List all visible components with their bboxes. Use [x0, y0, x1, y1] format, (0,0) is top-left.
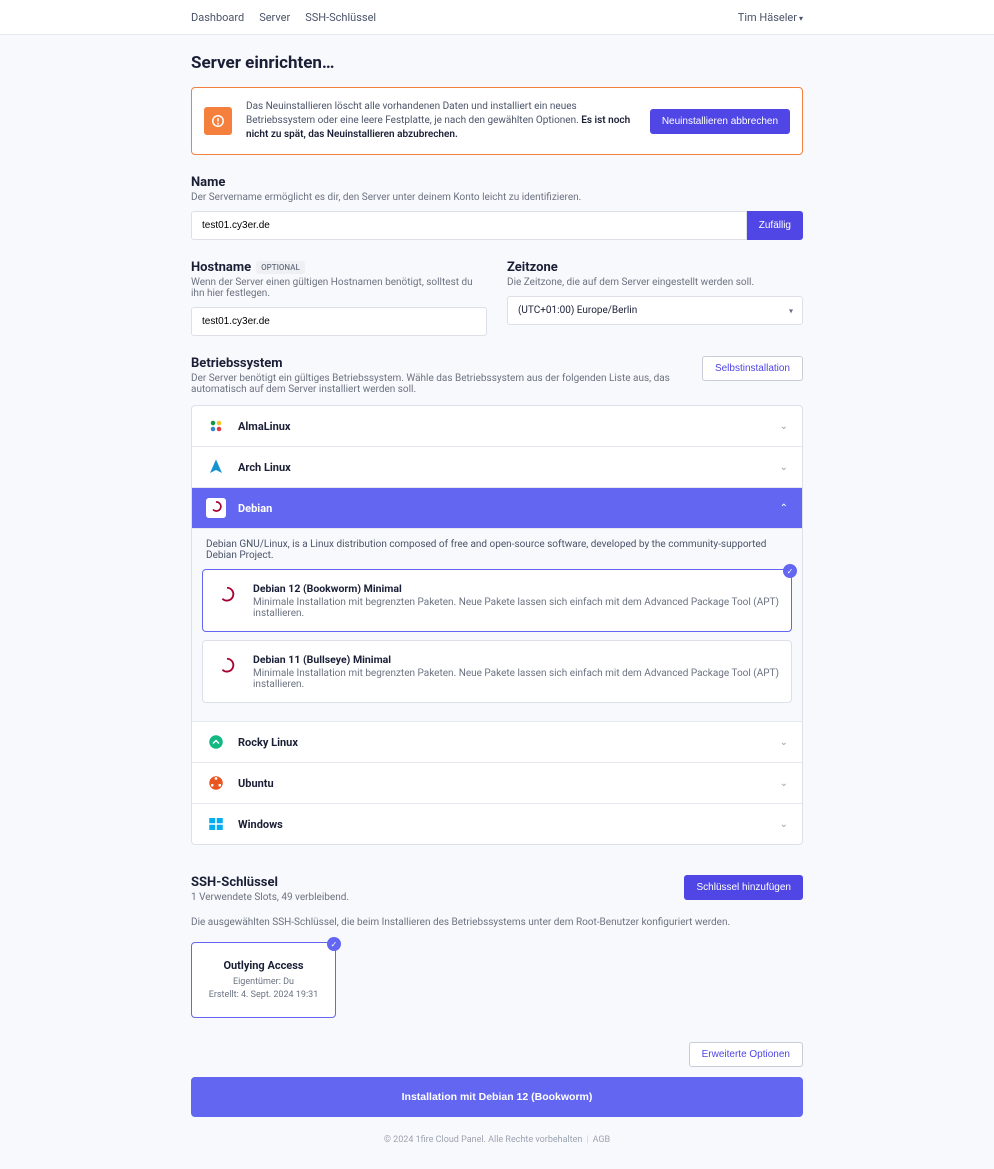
footer: © 2024 1fire Cloud Panel. Alle Rechte vo… — [191, 1135, 803, 1145]
chevron-down-icon: ⌄ — [780, 737, 788, 748]
os-item-rocky[interactable]: Rocky Linux ⌄ — [192, 722, 802, 763]
ssh-desc: Die ausgewählten SSH-Schlüssel, die beim… — [191, 917, 803, 928]
rocky-icon — [206, 732, 226, 752]
check-icon: ✓ — [327, 937, 341, 951]
footer-agb-link[interactable]: AGB — [593, 1135, 611, 1145]
os-option-title: Debian 11 (Bullseye) Minimal — [253, 653, 779, 666]
hostname-desc: Wenn der Server einen gültigen Hostnamen… — [191, 277, 487, 299]
nav-ssh[interactable]: SSH-Schlüssel — [305, 11, 376, 24]
page-title: Server einrichten… — [191, 53, 803, 73]
os-name: Arch Linux — [238, 461, 780, 474]
os-label: Betriebssystem — [191, 356, 692, 371]
os-option-desc: Minimale Installation mit begrenzten Pak… — [253, 668, 779, 690]
debian-detail-panel: Debian GNU/Linux, is a Linux distributio… — [192, 529, 802, 722]
os-name: AlmaLinux — [238, 420, 780, 433]
random-name-button[interactable]: Zufällig — [747, 211, 803, 240]
alert-text-a: Das Neuinstallieren löscht alle vorhande… — [246, 101, 581, 126]
os-desc: Der Server benötigt ein gültiges Betrieb… — [191, 373, 692, 395]
timezone-select[interactable]: (UTC+01:00) Europe/Berlin — [507, 296, 803, 325]
ssh-slots: 1 Verwendete Slots, 49 verbleibend. — [191, 892, 349, 903]
add-ssh-key-button[interactable]: Schlüssel hinzufügen — [684, 875, 803, 900]
chevron-up-icon: ⌃ — [780, 503, 788, 514]
debian-description: Debian GNU/Linux, is a Linux distributio… — [202, 539, 792, 561]
name-desc: Der Servername ermöglicht es dir, den Se… — [191, 192, 803, 203]
chevron-down-icon: ⌄ — [780, 819, 788, 830]
os-name: Windows — [238, 818, 780, 831]
ssh-key-name: Outlying Access — [204, 959, 323, 972]
debian-icon — [206, 498, 226, 518]
archlinux-icon — [206, 457, 226, 477]
hostname-label: HostnameOPTIONAL — [191, 260, 487, 275]
os-item-almalinux[interactable]: AlmaLinux ⌄ — [192, 406, 802, 447]
ssh-key-created: Erstellt: 4. Sept. 2024 19:31 — [204, 989, 323, 1002]
os-name: Debian — [238, 502, 780, 515]
nav-dashboard[interactable]: Dashboard — [191, 11, 244, 24]
chevron-down-icon: ⌄ — [780, 421, 788, 432]
warning-icon — [204, 107, 232, 135]
os-item-ubuntu[interactable]: Ubuntu ⌄ — [192, 763, 802, 804]
os-option-title: Debian 12 (Bookworm) Minimal — [253, 582, 779, 595]
os-item-archlinux[interactable]: Arch Linux ⌄ — [192, 447, 802, 488]
optional-badge: OPTIONAL — [256, 261, 305, 274]
ubuntu-icon — [206, 773, 226, 793]
footer-copyright: © 2024 1fire Cloud Panel. Alle Rechte vo… — [384, 1135, 583, 1145]
advanced-options-button[interactable]: Erweiterte Optionen — [689, 1042, 803, 1067]
hostname-input[interactable] — [191, 307, 487, 336]
user-menu[interactable]: Tim Häseler — [738, 11, 803, 24]
ssh-key-card[interactable]: ✓ Outlying Access Eigentümer: Du Erstell… — [191, 942, 336, 1018]
timezone-desc: Die Zeitzone, die auf dem Server eingest… — [507, 277, 803, 288]
server-name-input[interactable] — [191, 211, 747, 240]
ssh-label: SSH-Schlüssel — [191, 875, 349, 890]
chevron-down-icon: ⌄ — [780, 462, 788, 473]
debian-icon — [215, 653, 239, 677]
os-item-debian[interactable]: Debian ⌃ — [192, 488, 802, 529]
nav-server[interactable]: Server — [259, 11, 290, 24]
os-name: Rocky Linux — [238, 736, 780, 749]
install-button[interactable]: Installation mit Debian 12 (Bookworm) — [191, 1077, 803, 1117]
os-name: Ubuntu — [238, 777, 780, 790]
reinstall-warning: Das Neuinstallieren löscht alle vorhande… — [191, 87, 803, 155]
self-install-button[interactable]: Selbstinstallation — [702, 356, 803, 381]
ssh-key-owner: Eigentümer: Du — [204, 976, 323, 989]
os-item-windows[interactable]: Windows ⌄ — [192, 804, 802, 844]
os-option-debian11[interactable]: Debian 11 (Bullseye) Minimal Minimale In… — [202, 640, 792, 703]
windows-icon — [206, 814, 226, 834]
debian-icon — [215, 582, 239, 606]
name-label: Name — [191, 175, 803, 190]
os-option-debian12[interactable]: ✓ Debian 12 (Bookworm) Minimal Minimale … — [202, 569, 792, 632]
os-option-desc: Minimale Installation mit begrenzten Pak… — [253, 597, 779, 619]
chevron-down-icon: ⌄ — [780, 778, 788, 789]
cancel-reinstall-button[interactable]: Neuinstallieren abbrechen — [650, 109, 790, 134]
check-icon: ✓ — [783, 564, 797, 578]
almalinux-icon — [206, 416, 226, 436]
timezone-label: Zeitzone — [507, 260, 803, 275]
